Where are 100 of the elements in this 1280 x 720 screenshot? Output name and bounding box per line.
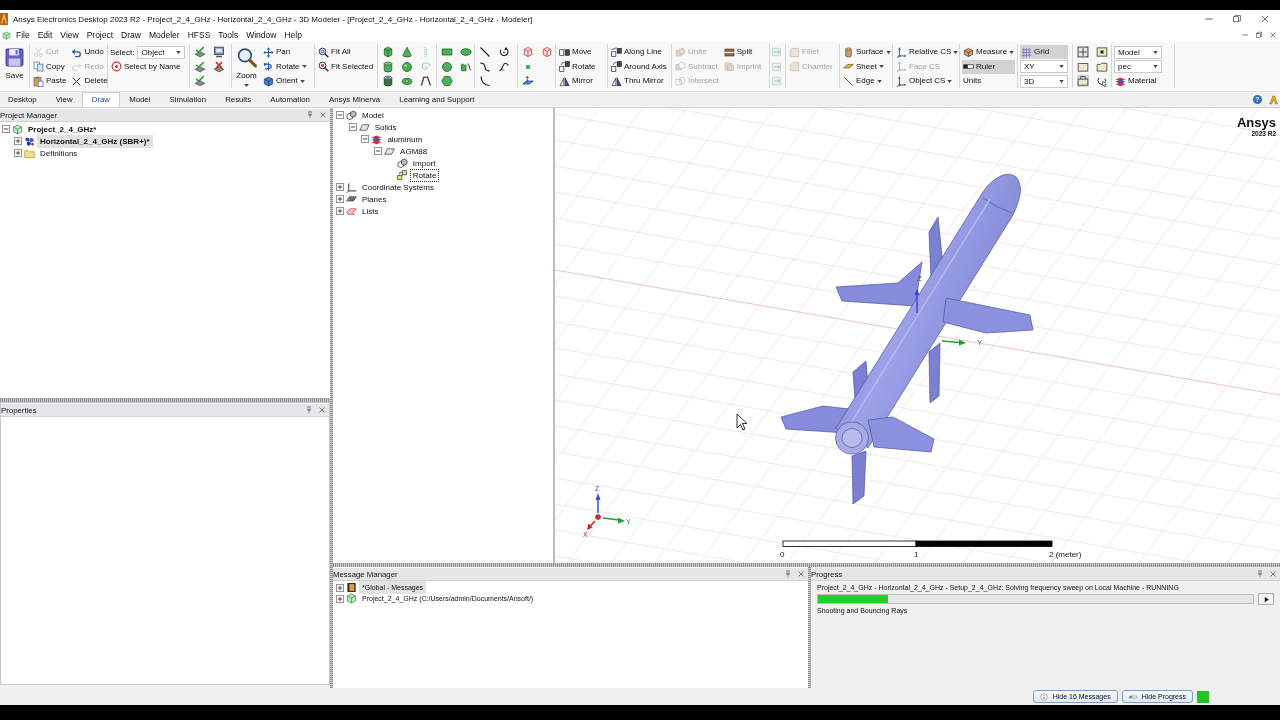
wire-cube-icon[interactable] (541, 46, 553, 58)
sphere-icon[interactable] (401, 60, 413, 73)
restore-icon[interactable] (1255, 31, 1263, 39)
tree-item[interactable]: Import (409, 156, 439, 170)
along-line-button[interactable]: Along Line (610, 45, 668, 59)
selection-mode-dropdown[interactable]: Object (137, 45, 186, 59)
tree-item[interactable]: Lists (359, 204, 382, 218)
tick-shape-icon[interactable] (194, 60, 206, 73)
view-mode-dropdown[interactable]: 3D (1020, 74, 1068, 88)
minus-box-icon[interactable] (336, 111, 344, 119)
cross-square-icon[interactable] (1077, 46, 1089, 58)
copy-button[interactable]: Copy (32, 59, 68, 74)
close-icon[interactable] (797, 570, 805, 578)
menu-item[interactable]: View (60, 30, 79, 40)
menu-item[interactable]: Help (284, 30, 302, 40)
plus-box-icon[interactable] (336, 195, 344, 203)
pin-icon[interactable] (784, 570, 792, 578)
tree-item[interactable]: Model (359, 108, 387, 122)
move-button[interactable]: Move (558, 45, 597, 59)
hollow-cylinder-icon[interactable] (382, 75, 394, 87)
plus-box-icon[interactable] (336, 183, 344, 191)
plus-box-icon[interactable] (336, 583, 344, 592)
cube-outline-icon[interactable] (2, 30, 11, 40)
rotate-pointer-icon[interactable] (1096, 75, 1108, 87)
pin-icon[interactable] (1256, 570, 1264, 578)
tick-shape-icon[interactable] (194, 75, 206, 87)
thru-mirror-button[interactable]: Thru Mirror (610, 74, 668, 88)
wave-shape-icon[interactable] (460, 60, 472, 73)
menu-item[interactable]: Edit (37, 30, 53, 40)
dot-square-icon[interactable] (1096, 46, 1108, 58)
tree-item[interactable]: Horizontal_2_4_GHz (SBR+)* (37, 134, 153, 148)
menu-item[interactable]: Window (246, 30, 277, 40)
plus-box-icon[interactable] (336, 207, 344, 215)
material-dropdown[interactable]: pec (1114, 60, 1162, 73)
measure-button[interactable]: Measure (962, 45, 1016, 59)
undo-button[interactable]: Undo (70, 45, 109, 59)
pin-icon[interactable] (305, 406, 313, 414)
fit-selected-button[interactable]: Fit Selected (317, 59, 375, 74)
tick-shape-icon[interactable] (194, 46, 206, 58)
tree-item[interactable]: Planes (359, 192, 390, 206)
minus-box-icon[interactable] (2, 125, 10, 133)
mirror-button[interactable]: Mirror (558, 74, 597, 88)
ellipse-icon[interactable] (460, 46, 472, 58)
tree-item[interactable]: Project_2_4_GHz* (25, 122, 100, 136)
curve-icon[interactable] (498, 60, 510, 73)
edge-button[interactable]: Edge (842, 74, 892, 88)
rectangle-icon[interactable] (441, 46, 453, 58)
units-button[interactable]: Units (962, 74, 1016, 88)
object-type-dropdown[interactable]: Model (1114, 45, 1162, 59)
fit-all-button[interactable]: Fit All (317, 45, 375, 59)
paste-button[interactable]: Paste (32, 74, 68, 88)
close-icon[interactable] (1260, 14, 1270, 24)
tree-item[interactable]: Coordinate Systems (359, 180, 438, 194)
orient-button[interactable]: Orient (262, 74, 308, 88)
folder-icon[interactable] (1096, 60, 1108, 73)
plane-icon[interactable] (522, 75, 534, 87)
close-icon[interactable] (1269, 570, 1277, 578)
square-icon[interactable] (1077, 60, 1089, 73)
tree-item[interactable]: aluminum (384, 132, 426, 146)
menu-item[interactable]: Tools (218, 30, 239, 40)
cross-shape-icon[interactable] (213, 60, 225, 73)
screen-icon[interactable] (213, 46, 225, 58)
restore-icon[interactable] (1232, 14, 1242, 24)
circular-arrow-icon[interactable] (498, 46, 510, 58)
hexagon-icon[interactable] (441, 75, 453, 87)
tree-item[interactable]: Definitions (37, 146, 81, 160)
object-cs-button[interactable]: Object CS (895, 74, 960, 88)
sheet-button[interactable]: Sheet (842, 59, 892, 74)
circle-icon[interactable] (441, 60, 453, 73)
menu-item[interactable]: File (16, 30, 30, 40)
minus-box-icon[interactable] (374, 147, 383, 155)
wire-cube-icon[interactable] (522, 46, 534, 58)
cone-icon[interactable] (401, 46, 413, 58)
around-axis-button[interactable]: Around Axis (610, 59, 668, 74)
plus-box-icon[interactable] (336, 594, 344, 603)
box-icon[interactable] (382, 46, 394, 58)
select-by-name-button[interactable]: Select by Name (110, 59, 186, 74)
plus-box-icon[interactable] (14, 137, 22, 145)
rotate-view-button[interactable]: Rotate (262, 59, 308, 74)
line-icon[interactable] (479, 46, 491, 58)
split-button[interactable]: Split (722, 45, 763, 59)
rotate-button[interactable]: Rotate (558, 59, 597, 74)
arc-icon[interactable] (479, 75, 491, 87)
details-button[interactable] (1258, 593, 1274, 605)
menu-item[interactable]: Draw (121, 30, 141, 40)
zoom-button[interactable]: Zoom (234, 45, 259, 88)
menu-item[interactable]: HFSS (187, 30, 211, 40)
material-button[interactable]: Material (1114, 74, 1162, 88)
close-icon[interactable] (318, 406, 326, 414)
close-icon[interactable] (1269, 31, 1277, 39)
cylinder-icon[interactable] (382, 60, 394, 73)
surface-button[interactable]: Surface (842, 45, 892, 59)
relative-cs-button[interactable]: Relative CS (895, 45, 960, 59)
close-icon[interactable] (319, 111, 327, 119)
pin-icon[interactable] (306, 111, 314, 119)
pan-button[interactable]: Pan (262, 45, 308, 59)
delete-button[interactable]: Delete (70, 74, 109, 88)
minus-box-icon[interactable] (348, 123, 357, 131)
grid-plane-dropdown[interactable]: XY (1020, 60, 1068, 73)
tree-item[interactable]: Rotate (409, 168, 440, 182)
